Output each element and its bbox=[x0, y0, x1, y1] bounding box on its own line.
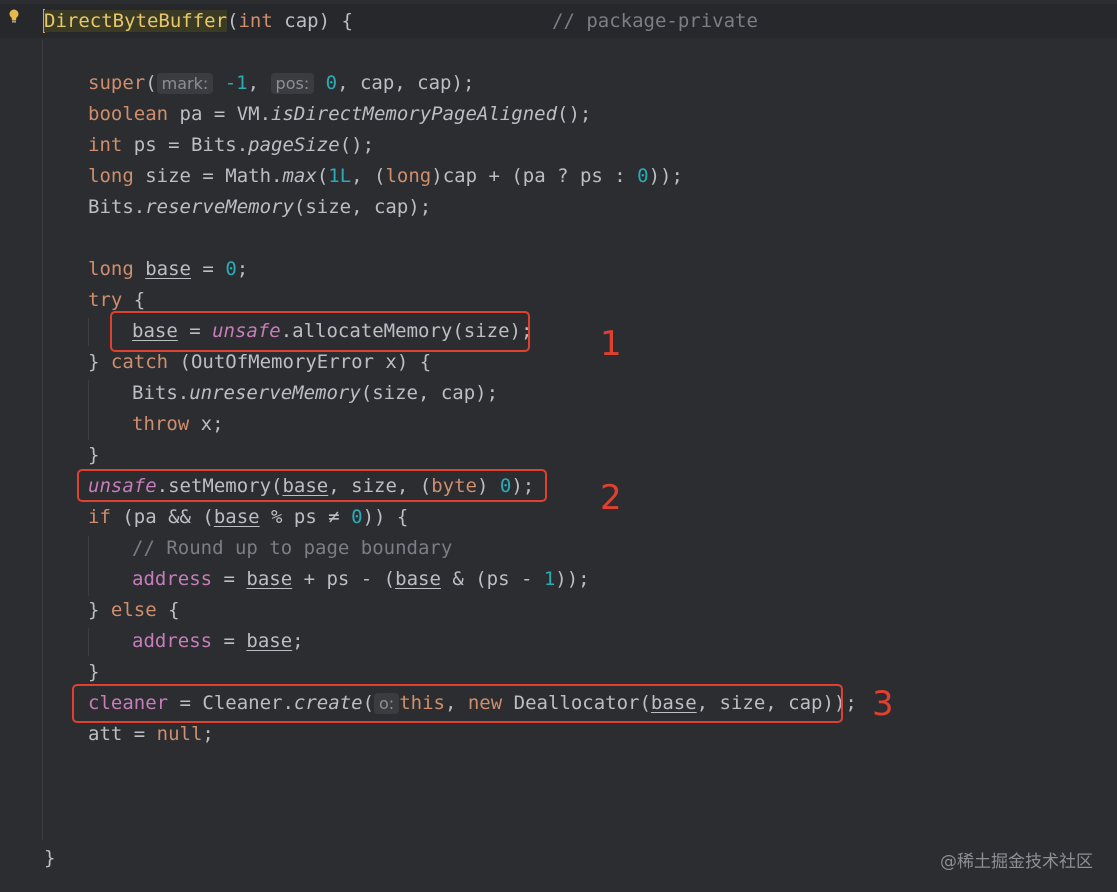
code-line-close-if: } bbox=[88, 661, 100, 683]
code-line-address-base: address = base; bbox=[132, 630, 304, 652]
callout-number-3: 3 bbox=[872, 684, 894, 724]
callout-box-1 bbox=[110, 311, 530, 352]
indent-guide bbox=[42, 40, 43, 840]
code-line-long-size: long size = Math.max(1L, (long)cap + (pa… bbox=[88, 165, 683, 187]
callout-box-3 bbox=[72, 684, 843, 723]
code-line-if-aligned: if (pa && (base % ps ≠ 0)) { bbox=[88, 506, 409, 528]
indent-guide bbox=[88, 380, 89, 440]
code-line-unreserve-memory: Bits.unreserveMemory(size, cap); bbox=[132, 382, 499, 404]
lightbulb-icon[interactable] bbox=[6, 8, 22, 26]
code-line-boolean-pa: boolean pa = VM.isDirectMemoryPageAligne… bbox=[88, 103, 592, 125]
indent-guide bbox=[88, 628, 89, 656]
code-line-else: } else { bbox=[88, 599, 180, 621]
code-line-int-ps: int ps = Bits.pageSize(); bbox=[88, 134, 375, 156]
callout-number-1: 1 bbox=[600, 324, 622, 364]
code-line-long-base: long base = 0; bbox=[88, 258, 249, 280]
code-comment-package-private: // package-private bbox=[552, 10, 758, 32]
code-line-address-rounded: address = base + ps - (base & (ps - 1)); bbox=[132, 568, 590, 590]
constructor-name: DirectByteBuffer bbox=[44, 10, 228, 32]
code-editor[interactable]: DirectByteBuffer(int cap) { // package-p… bbox=[0, 0, 1117, 892]
watermark: @稀土掘金技术社区 bbox=[940, 852, 1093, 872]
code-line-constructor: DirectByteBuffer(int cap) { bbox=[44, 10, 353, 32]
code-line-att-null: att = null; bbox=[88, 723, 214, 745]
param-hint-mark: mark: bbox=[156, 73, 214, 94]
code-line-reserve-memory: Bits.reserveMemory(size, cap); bbox=[88, 196, 432, 218]
indent-guide bbox=[88, 536, 89, 596]
code-line-super: super(mark: -1, pos: 0, cap, cap); bbox=[88, 72, 475, 94]
callout-number-2: 2 bbox=[600, 478, 622, 518]
code-line-throw: throw x; bbox=[132, 413, 224, 435]
code-line-close-constructor: } bbox=[44, 847, 56, 869]
code-line-try: try { bbox=[88, 289, 146, 311]
code-line-catch: } catch (OutOfMemoryError x) { bbox=[88, 351, 432, 373]
callout-box-2 bbox=[77, 469, 547, 502]
code-comment-round-up: // Round up to page boundary bbox=[132, 537, 453, 559]
code-line-close-catch: } bbox=[88, 444, 100, 466]
param-hint-pos: pos: bbox=[270, 73, 315, 94]
indent-guide bbox=[88, 318, 89, 346]
